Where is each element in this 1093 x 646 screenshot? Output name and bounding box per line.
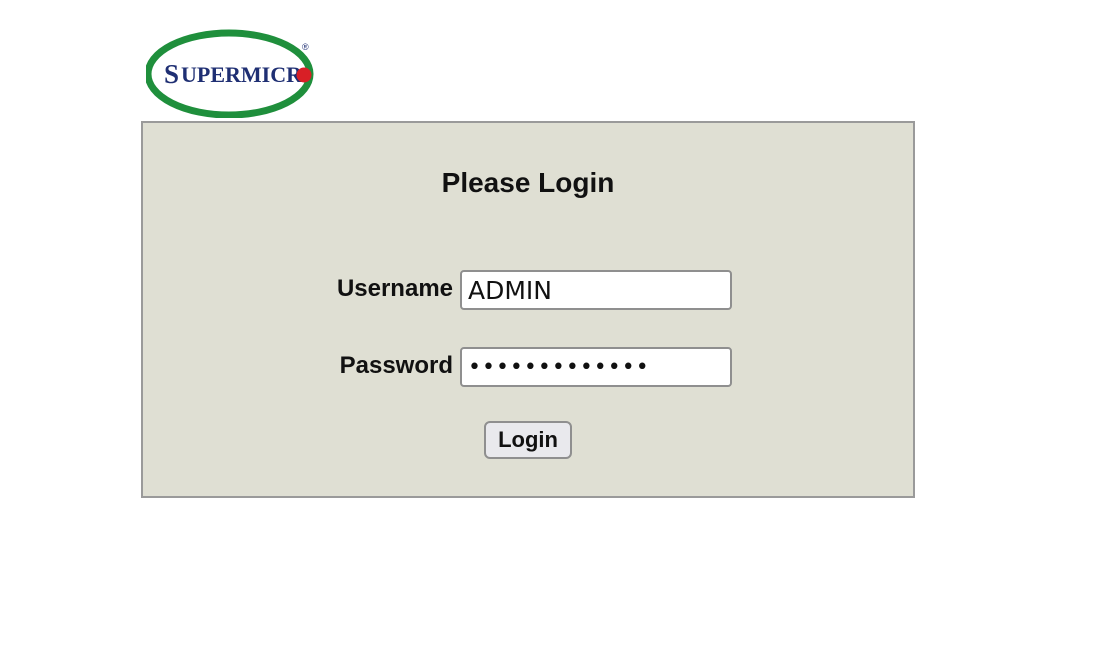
svg-text:®: ® xyxy=(302,42,309,52)
supermicro-logo: S UPERMICR ® xyxy=(146,28,316,118)
svg-text:S: S xyxy=(164,59,179,89)
login-button[interactable]: Login xyxy=(484,421,572,459)
username-label: Username xyxy=(336,275,453,302)
page-title: Please Login xyxy=(441,167,615,198)
svg-text:UPERMICR: UPERMICR xyxy=(181,62,303,87)
username-field[interactable] xyxy=(460,270,732,310)
password-field[interactable] xyxy=(460,347,732,387)
login-panel: Please Login Username Password Login xyxy=(141,121,915,498)
password-label: Password xyxy=(339,352,453,379)
